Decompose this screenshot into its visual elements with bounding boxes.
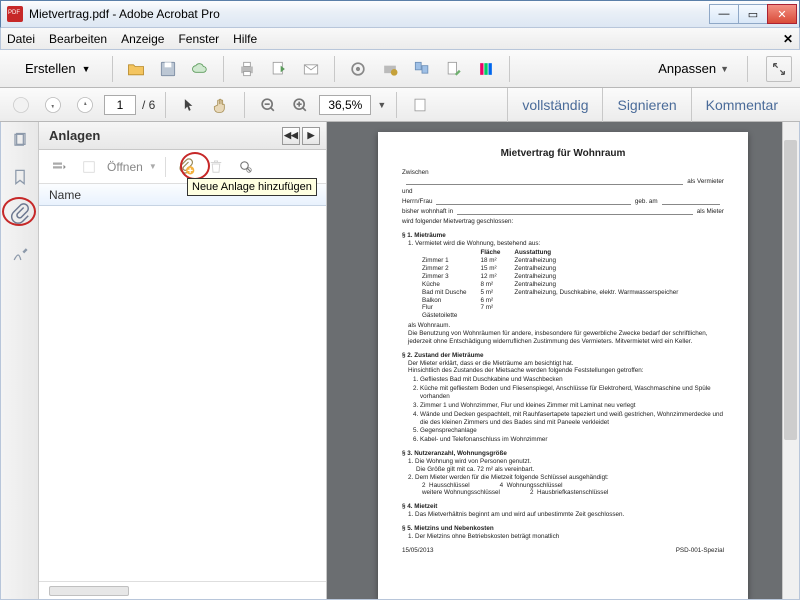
- v-scrollbar[interactable]: [782, 122, 799, 599]
- create-button[interactable]: Erstellen ▼: [8, 55, 102, 83]
- thumbnails-tab[interactable]: [9, 130, 31, 152]
- bookmarks-tab[interactable]: [9, 166, 31, 188]
- hand-tool-button[interactable]: [208, 92, 234, 118]
- attachments-panel: Anlagen ◀◀ ▶ Öffnen ▼ Neue Anlage hinzuf…: [39, 122, 327, 599]
- tool-color-button[interactable]: [473, 56, 499, 82]
- page-number-input[interactable]: [104, 95, 136, 115]
- app-icon: [7, 6, 23, 22]
- window-controls: — ▭ ✕: [710, 4, 797, 24]
- separator: [165, 92, 166, 118]
- attachments-list: [39, 206, 326, 581]
- page-count: / 6: [142, 98, 155, 112]
- separator: [396, 92, 397, 118]
- menu-hilfe[interactable]: Hilfe: [233, 32, 257, 46]
- link-signieren[interactable]: Signieren: [602, 88, 690, 122]
- first-page-button[interactable]: [8, 92, 34, 118]
- panel-toolbar: Öffnen ▼ Neue Anlage hinzufügen: [39, 150, 326, 184]
- separator: [509, 56, 510, 82]
- customize-label: Anpassen: [658, 61, 716, 76]
- prev-page-button[interactable]: [40, 92, 66, 118]
- separator: [747, 56, 748, 82]
- window-titlebar: Mietvertrag.pdf - Adobe Acrobat Pro — ▭ …: [0, 0, 800, 28]
- next-page-button[interactable]: [72, 92, 98, 118]
- zoom-out-button[interactable]: [255, 92, 281, 118]
- work-area: Anlagen ◀◀ ▶ Öffnen ▼ Neue Anlage hinzuf…: [0, 122, 800, 600]
- separator: [112, 56, 113, 82]
- link-vollstaendig[interactable]: vollständig: [507, 88, 602, 122]
- close-button[interactable]: ✕: [767, 4, 797, 24]
- window-title: Mietvertrag.pdf - Adobe Acrobat Pro: [29, 7, 710, 21]
- tooltip: Neue Anlage hinzufügen: [187, 178, 317, 196]
- dropdown-icon[interactable]: ▼: [377, 100, 386, 110]
- task-pane-links: vollständig Signieren Kommentar: [507, 88, 792, 122]
- print-button[interactable]: [234, 56, 260, 82]
- highlight-circle-icon: [2, 197, 36, 226]
- document-viewer[interactable]: Mietvertrag für Wohnraum Zwischen als Ve…: [327, 122, 799, 599]
- panel-next-button[interactable]: ▶: [302, 127, 320, 145]
- dropdown-icon: ▼: [82, 64, 91, 74]
- search-attachment-button[interactable]: [234, 155, 258, 179]
- menubar: Datei Bearbeiten Anzeige Fenster Hilfe ✕: [0, 28, 800, 50]
- create-label: Erstellen: [25, 61, 76, 76]
- doc-title: Mietvertrag für Wohnraum: [402, 148, 724, 161]
- panel-footer: [39, 581, 326, 599]
- delete-attachment-button[interactable]: [204, 155, 228, 179]
- minimize-button[interactable]: —: [709, 4, 739, 24]
- customize-button[interactable]: Anpassen ▼: [650, 61, 737, 76]
- signatures-tab[interactable]: [9, 244, 31, 266]
- maximize-button[interactable]: ▭: [738, 4, 768, 24]
- select-tool-button[interactable]: [176, 92, 202, 118]
- separator: [165, 157, 166, 177]
- menu-fenster[interactable]: Fenster: [178, 32, 219, 46]
- col-name: Name: [49, 188, 81, 202]
- menu-datei[interactable]: Datei: [7, 32, 35, 46]
- tool-printprod-button[interactable]: [377, 56, 403, 82]
- main-toolbar: Erstellen ▼ Anpassen ▼: [0, 50, 800, 88]
- zoom-in-button[interactable]: [287, 92, 313, 118]
- doc-close-icon[interactable]: ✕: [783, 32, 793, 46]
- email-button[interactable]: [298, 56, 324, 82]
- fit-page-button[interactable]: [407, 92, 433, 118]
- panel-title: Anlagen: [49, 128, 100, 143]
- dropdown-icon: ▼: [149, 162, 157, 171]
- menu-anzeige[interactable]: Anzeige: [121, 32, 164, 46]
- panel-options-button[interactable]: [47, 155, 71, 179]
- separator: [244, 92, 245, 118]
- settings-button[interactable]: [345, 56, 371, 82]
- separator: [334, 56, 335, 82]
- link-kommentar[interactable]: Kommentar: [691, 88, 792, 122]
- fullscreen-button[interactable]: [766, 56, 792, 82]
- menu-bearbeiten[interactable]: Bearbeiten: [49, 32, 107, 46]
- nav-rail: [1, 122, 39, 599]
- cloud-button[interactable]: [187, 56, 213, 82]
- tool-multi-button[interactable]: [409, 56, 435, 82]
- share-button[interactable]: [266, 56, 292, 82]
- pdf-page: Mietvertrag für Wohnraum Zwischen als Ve…: [378, 132, 748, 599]
- h-scrollbar[interactable]: [49, 586, 129, 596]
- nav-toolbar: / 6 ▼ vollständig Signieren Kommentar: [0, 88, 800, 122]
- save-attachment-icon: [77, 155, 101, 179]
- separator: [223, 56, 224, 82]
- panel-header: Anlagen ◀◀ ▶: [39, 122, 326, 150]
- dropdown-icon: ▼: [720, 64, 729, 74]
- panel-prev-button[interactable]: ◀◀: [282, 127, 300, 145]
- zoom-input[interactable]: [319, 95, 371, 115]
- open-button[interactable]: Öffnen: [107, 160, 143, 174]
- open-button[interactable]: [123, 56, 149, 82]
- v-scroll-thumb[interactable]: [784, 140, 797, 440]
- tool-edit-button[interactable]: [441, 56, 467, 82]
- save-button[interactable]: [155, 56, 181, 82]
